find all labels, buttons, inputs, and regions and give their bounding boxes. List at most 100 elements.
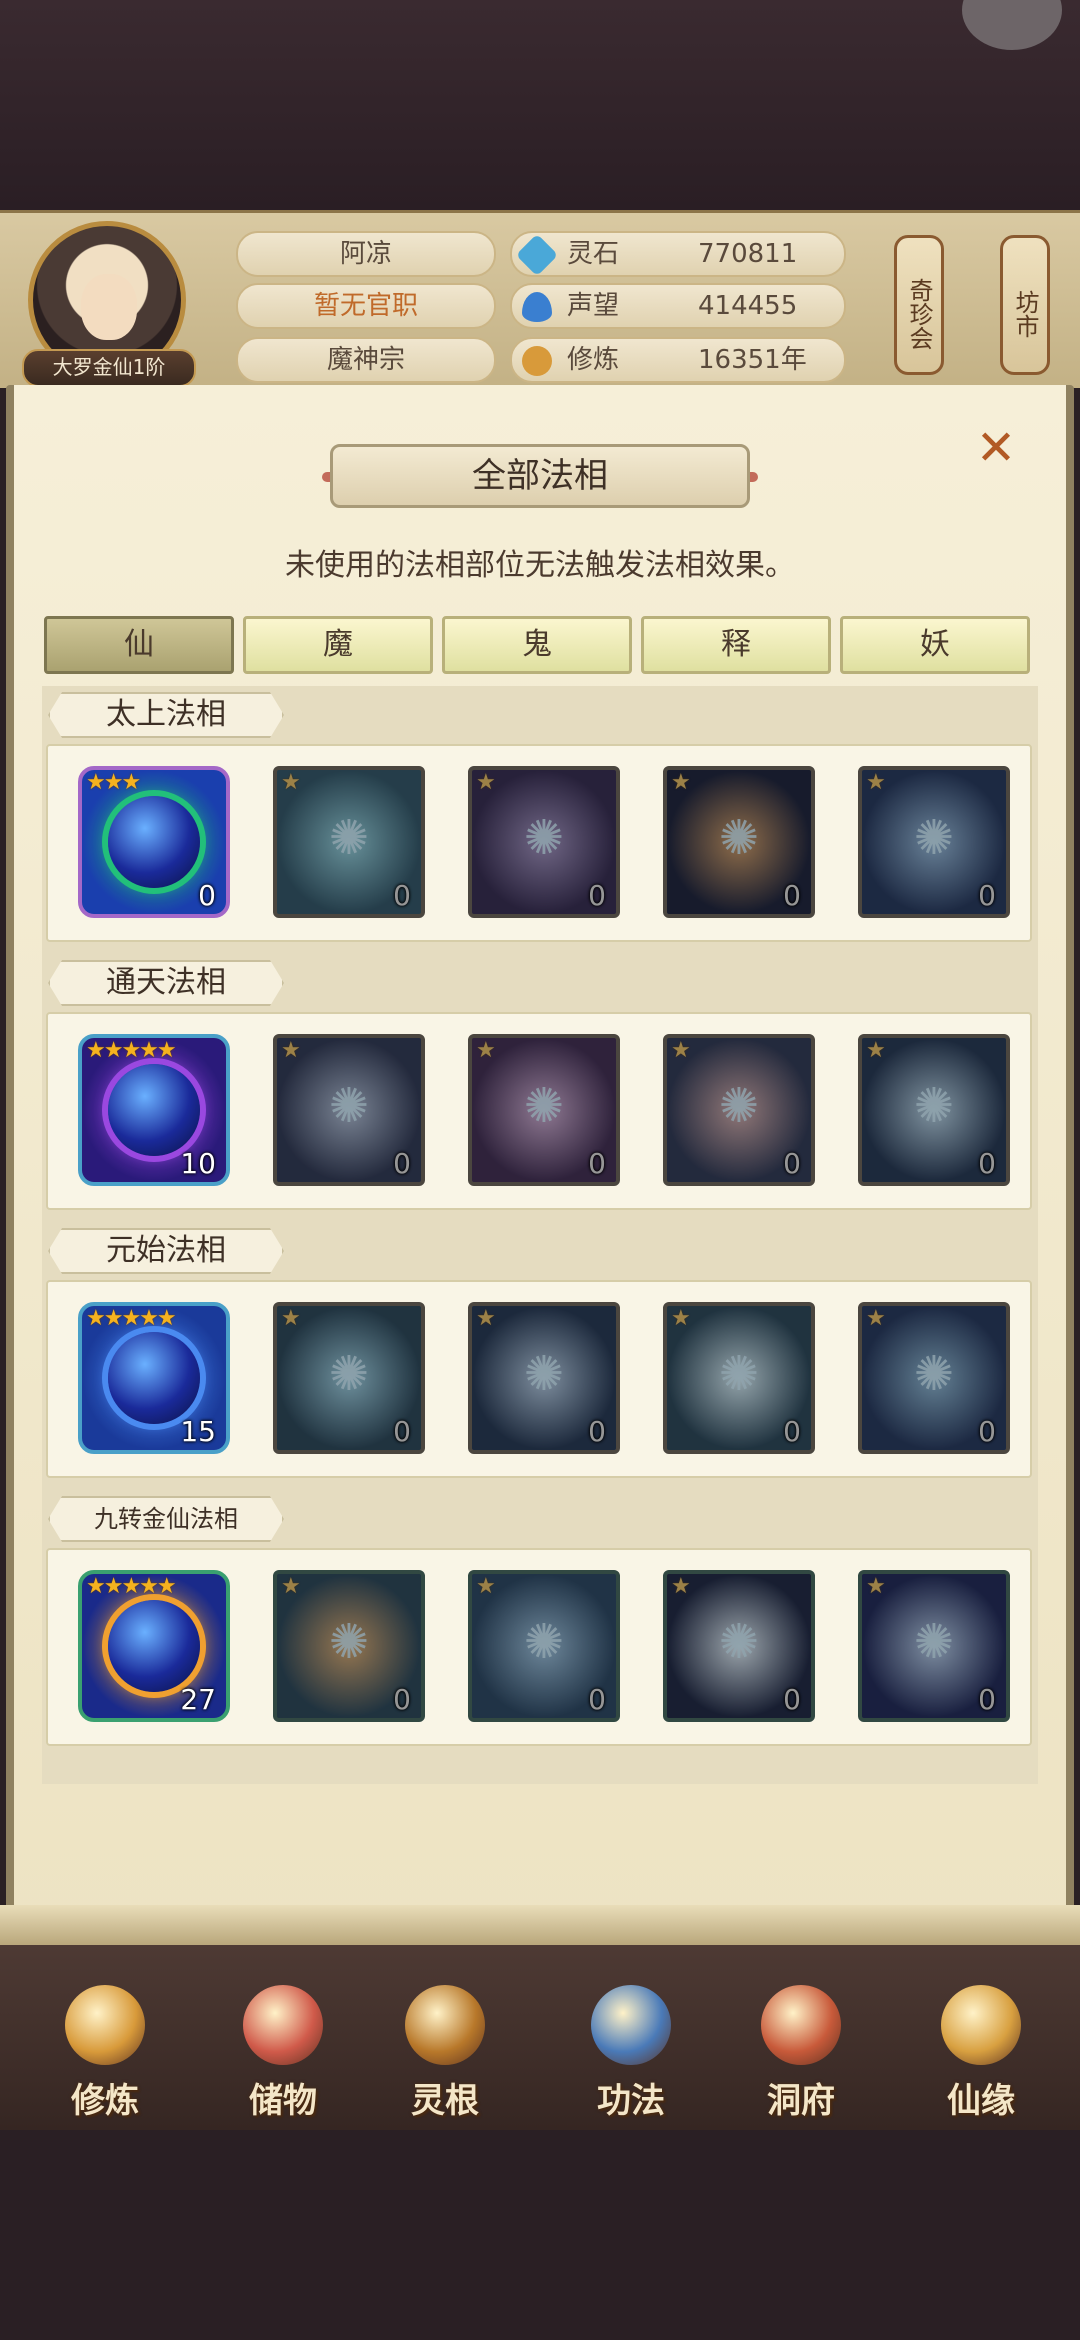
spirit-orb-icon xyxy=(108,796,200,888)
star-rating-icon: ★★★★★ xyxy=(86,1038,177,1063)
nav-storage-bag[interactable]: 储物 xyxy=(218,1985,348,2125)
spell-effect-icon: ✺ xyxy=(328,810,370,866)
section-title: 元始法相 xyxy=(48,1228,284,1274)
nav-cave-dwelling[interactable]: 洞府 xyxy=(736,1985,866,2125)
tab-gui[interactable]: 鬼 xyxy=(442,616,632,674)
item-count: 0 xyxy=(978,1147,996,1180)
spell-effect-icon: ✺ xyxy=(913,1614,955,1670)
section-card: ★★★★★ 10 ✺ ★ 0 ✺ ★ 0 ✺ ★ 0 ✺ ★ 0 xyxy=(46,1012,1032,1210)
star-rating-icon: ★ xyxy=(671,1038,691,1063)
resource-cultivation: 修炼 16351年 xyxy=(510,337,846,383)
item-count: 0 xyxy=(588,1683,606,1716)
resource-label: 修炼 xyxy=(567,345,620,375)
dharma-form-slot[interactable]: ✺ ★ 0 xyxy=(663,766,815,918)
section-title: 通天法相 xyxy=(48,960,284,1006)
player-sect: 魔神宗 xyxy=(236,337,496,383)
item-count: 0 xyxy=(198,879,216,912)
spell-effect-icon: ✺ xyxy=(913,810,955,866)
resource-spirit-stone: 灵石 770811 xyxy=(510,231,846,277)
section-title: 太上法相 xyxy=(48,692,284,738)
top-backdrop xyxy=(0,0,1080,210)
spell-effect-icon: ✺ xyxy=(523,1346,565,1402)
dharma-form-slot[interactable]: ✺ ★ 0 xyxy=(468,1302,620,1454)
item-count: 0 xyxy=(783,1147,801,1180)
star-rating-icon: ★ xyxy=(476,1306,496,1331)
dharma-form-slot[interactable]: ✺ ★ 0 xyxy=(468,766,620,918)
item-count: 0 xyxy=(978,1415,996,1448)
tab-yao[interactable]: 妖 xyxy=(840,616,1030,674)
dharma-form-slot[interactable]: ✺ ★ 0 xyxy=(858,1570,1010,1722)
dharma-form-slot-owned[interactable]: ★★★★★ 15 xyxy=(78,1302,230,1454)
spell-effect-icon: ✺ xyxy=(718,1078,760,1134)
spell-effect-icon: ✺ xyxy=(328,1346,370,1402)
close-icon[interactable]: ✕ xyxy=(972,424,1020,472)
item-count: 0 xyxy=(393,1147,411,1180)
dharma-form-slot[interactable]: ✺ ★ 0 xyxy=(273,766,425,918)
item-count: 0 xyxy=(978,879,996,912)
tab-mo[interactable]: 魔 xyxy=(243,616,433,674)
panel-subtitle: 未使用的法相部位无法触发法相效果。 xyxy=(285,548,795,583)
star-rating-icon: ★ xyxy=(281,770,301,795)
dharma-form-slot[interactable]: ✺ ★ 0 xyxy=(858,766,1010,918)
nav-meditation[interactable]: 修炼 xyxy=(40,1985,170,2125)
dharma-form-slot[interactable]: ✺ ★ 0 xyxy=(663,1302,815,1454)
market-button[interactable]: 坊市 xyxy=(1000,235,1050,375)
star-rating-icon: ★★★★★ xyxy=(86,1306,177,1331)
dharma-form-slot[interactable]: ✺ ★ 0 xyxy=(663,1570,815,1722)
item-count: 10 xyxy=(180,1147,216,1180)
player-header: 大罗金仙1阶 阿凉 暂无官职 魔神宗 灵石 770811 声望 414455 修… xyxy=(0,210,1080,388)
manual-book-icon xyxy=(591,1985,671,2065)
dharma-form-slot[interactable]: ✺ ★ 0 xyxy=(858,1302,1010,1454)
dharma-form-slot[interactable]: ✺ ★ 0 xyxy=(858,1034,1010,1186)
dharma-form-slot[interactable]: ✺ ★ 0 xyxy=(468,1570,620,1722)
spirit-stone-icon xyxy=(515,233,559,277)
item-count: 0 xyxy=(393,1415,411,1448)
resource-value: 16351年 xyxy=(698,345,807,375)
prestige-icon xyxy=(522,292,552,322)
dharma-form-slot[interactable]: ✺ ★ 0 xyxy=(273,1302,425,1454)
item-count: 0 xyxy=(393,879,411,912)
dharma-form-slot-owned[interactable]: ★★★★★ 27 xyxy=(78,1570,230,1722)
item-count: 0 xyxy=(588,1147,606,1180)
spell-effect-icon: ✺ xyxy=(523,1614,565,1670)
panel-title: 全部法相 xyxy=(330,444,750,508)
item-count: 0 xyxy=(978,1683,996,1716)
item-count: 15 xyxy=(180,1415,216,1448)
star-rating-icon: ★★★★★ xyxy=(86,1574,177,1599)
gourd-icon xyxy=(941,1985,1021,2065)
spell-effect-icon: ✺ xyxy=(523,1078,565,1134)
spell-effect-icon: ✺ xyxy=(718,1614,760,1670)
dharma-form-slot[interactable]: ✺ ★ 0 xyxy=(273,1034,425,1186)
dharma-form-slot[interactable]: ✺ ★ 0 xyxy=(468,1034,620,1186)
spell-effect-icon: ✺ xyxy=(328,1614,370,1670)
resource-label: 声望 xyxy=(567,291,620,321)
spirit-root-icon xyxy=(405,1985,485,2065)
dharma-form-slot-owned[interactable]: ★★★★★ 10 xyxy=(78,1034,230,1186)
treasure-auction-button[interactable]: 奇珍会 xyxy=(894,235,944,375)
spell-effect-icon: ✺ xyxy=(523,810,565,866)
nav-label: 洞府 xyxy=(767,2081,835,2121)
dharma-form-slot[interactable]: ✺ ★ 0 xyxy=(663,1034,815,1186)
dharma-form-slot-owned[interactable]: ★★★ 0 xyxy=(78,766,230,918)
nav-gourd[interactable]: 仙缘 xyxy=(916,1985,1046,2125)
cultivation-icon xyxy=(522,346,552,376)
tab-shi[interactable]: 释 xyxy=(641,616,831,674)
dharma-form-slot[interactable]: ✺ ★ 0 xyxy=(273,1570,425,1722)
item-count: 0 xyxy=(783,879,801,912)
nav-spirit-root[interactable]: 灵根 xyxy=(380,1985,510,2125)
player-name: 阿凉 xyxy=(236,231,496,277)
star-rating-icon: ★ xyxy=(866,770,886,795)
item-count: 0 xyxy=(588,879,606,912)
tab-xian[interactable]: 仙 xyxy=(44,616,234,674)
spell-effect-icon: ✺ xyxy=(913,1346,955,1402)
rank-badge: 大罗金仙1阶 xyxy=(22,349,196,387)
resource-value: 414455 xyxy=(698,291,798,321)
star-rating-icon: ★ xyxy=(476,1038,496,1063)
star-rating-icon: ★ xyxy=(671,1306,691,1331)
star-rating-icon: ★ xyxy=(866,1574,886,1599)
item-count: 0 xyxy=(393,1683,411,1716)
player-official-title: 暂无官职 xyxy=(236,283,496,329)
star-rating-icon: ★ xyxy=(866,1306,886,1331)
star-rating-icon: ★ xyxy=(476,1574,496,1599)
nav-manual-book[interactable]: 功法 xyxy=(566,1985,696,2125)
